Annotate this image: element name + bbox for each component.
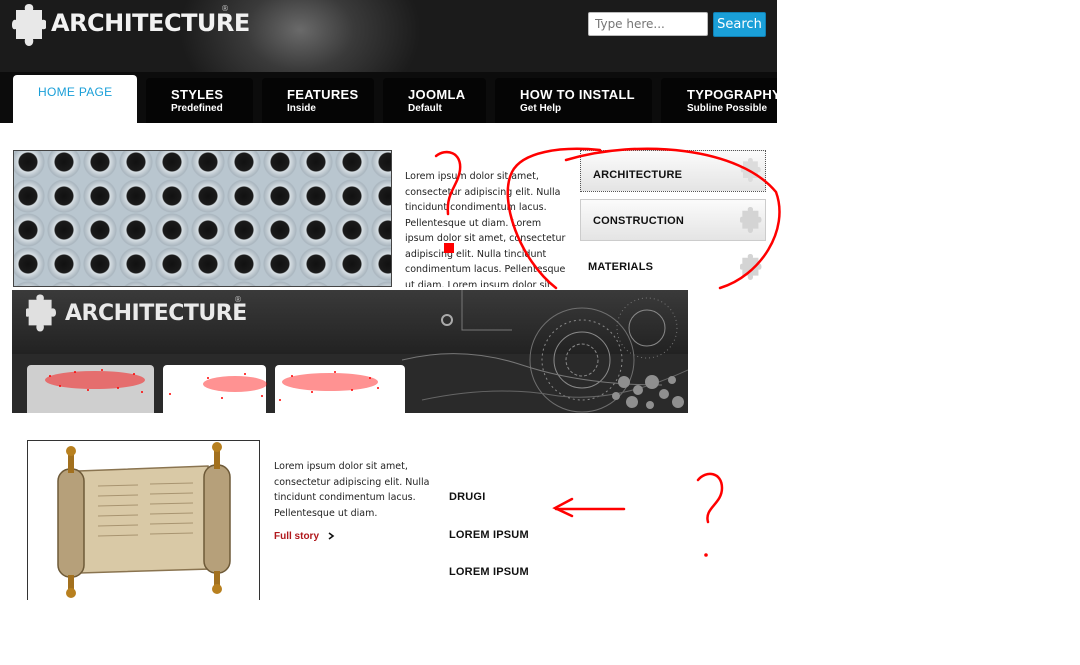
tab-features[interactable]: FEATURES Inside: [262, 78, 374, 123]
tab-joomla[interactable]: JOOMLA Default: [383, 78, 486, 123]
search-input[interactable]: [588, 12, 708, 36]
second-logo-text[interactable]: ARCHITECTURE: [65, 301, 247, 326]
logo-text[interactable]: ARCHITECTURE: [51, 9, 250, 37]
tab-title: JOOMLA: [408, 87, 466, 102]
tab-typography[interactable]: TYPOGRAPHY Subline Possible: [661, 78, 782, 123]
full-story-link[interactable]: Full story: [274, 531, 335, 542]
tab-how-to-install[interactable]: HOW TO INSTALL Get Help: [495, 78, 652, 123]
tab-subtitle: Inside: [287, 103, 316, 114]
perforated-metal-image: [13, 150, 392, 287]
tab-subtitle: Predefined: [171, 103, 223, 114]
tab-title: HOW TO INSTALL: [520, 87, 635, 102]
puzzle-watermark-icon: [740, 158, 761, 182]
puzzle-logo-icon: [26, 294, 56, 332]
tab-title: HOME PAGE: [38, 85, 113, 99]
tab-title: TYPOGRAPHY: [687, 87, 782, 102]
registered-mark: ®: [221, 4, 229, 13]
list-item[interactable]: LOREM IPSUM: [449, 566, 529, 578]
tab-subtitle: Subline Possible: [687, 103, 768, 114]
puzzle-watermark-icon: [740, 207, 762, 233]
tab-title: STYLES: [171, 87, 224, 102]
tab-subtitle: Get Help: [520, 103, 562, 114]
side-menu-item-materials[interactable]: MATERIALS: [588, 261, 653, 273]
chevron-right-icon: [328, 532, 335, 540]
side-menu-label: ARCHITECTURE: [593, 169, 683, 181]
tab-home-page[interactable]: HOME PAGE: [13, 75, 137, 123]
side-menu-label: CONSTRUCTION: [593, 215, 685, 227]
list-item[interactable]: LOREM IPSUM: [449, 529, 529, 541]
scroll-image-frame: [27, 440, 260, 600]
article-paragraph: Lorem ipsum dolor sit amet, consectetur …: [274, 461, 430, 519]
intro-paragraph: Lorem ipsum dolor sit amet, consectetur …: [405, 171, 566, 287]
scroll-image: [57, 442, 231, 598]
list-item-drugi[interactable]: DRUGI: [449, 491, 485, 503]
registered-mark: ®: [234, 295, 242, 304]
puzzle-logo-icon: [12, 4, 46, 46]
red-scribble-markup: [45, 369, 379, 401]
puzzle-watermark-icon: [740, 254, 762, 280]
search-button[interactable]: Search: [713, 12, 766, 37]
full-story-label: Full story: [274, 531, 320, 542]
tab-styles[interactable]: STYLES Predefined: [146, 78, 253, 123]
tab-subtitle: Default: [408, 103, 442, 114]
circuit-decoration: [402, 290, 688, 413]
tab-title: FEATURES: [287, 87, 359, 102]
